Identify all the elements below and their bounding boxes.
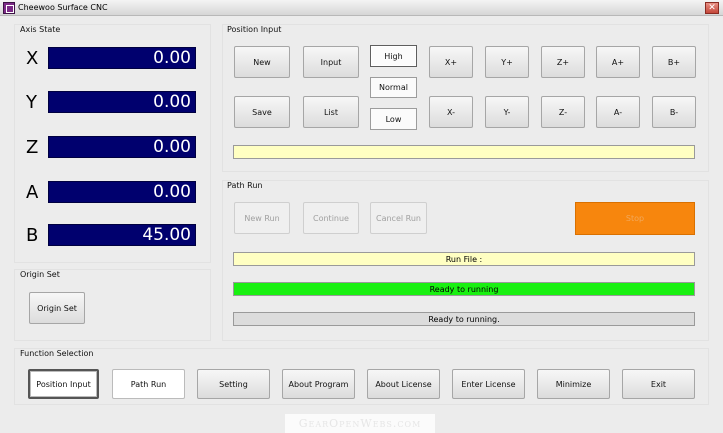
axis-a-display: 0.00 — [48, 181, 196, 203]
run-status-bar: Ready to running — [233, 282, 695, 296]
new-position-button[interactable]: New — [234, 46, 290, 78]
jog-x-minus-button[interactable]: X- — [429, 96, 473, 128]
position-input-title: Position Input — [227, 25, 282, 34]
path-run-title: Path Run — [227, 181, 263, 190]
jog-a-minus-button[interactable]: A- — [596, 96, 640, 128]
window-title: Cheewoo Surface CNC — [18, 3, 108, 12]
axis-b-display: 45.00 — [48, 224, 196, 246]
list-positions-button[interactable]: List — [303, 96, 359, 128]
function-selection-title: Function Selection — [20, 349, 94, 358]
minimize-button[interactable]: Minimize — [537, 369, 610, 399]
app-icon — [3, 2, 15, 14]
run-file-field: Run File : — [233, 252, 695, 266]
jog-x-plus-button[interactable]: X+ — [429, 46, 473, 78]
axis-letter-a: A — [26, 182, 39, 203]
run-message-bar: Ready to running. — [233, 312, 695, 326]
axis-letter-z: Z — [26, 137, 39, 158]
path-run-tab-button[interactable]: Path Run — [112, 369, 185, 399]
jog-z-plus-button[interactable]: Z+ — [541, 46, 585, 78]
save-position-button[interactable]: Save — [234, 96, 290, 128]
speed-low-button[interactable]: Low — [370, 108, 417, 130]
jog-y-plus-button[interactable]: Y+ — [485, 46, 529, 78]
setting-button[interactable]: Setting — [197, 369, 270, 399]
axis-letter-y: Y — [26, 92, 37, 113]
origin-set-button[interactable]: Origin Set — [29, 292, 85, 324]
new-run-button[interactable]: New Run — [234, 202, 290, 234]
continue-button[interactable]: Continue — [303, 202, 359, 234]
position-status-field — [233, 145, 695, 159]
axis-x-display: 0.00 — [48, 47, 196, 69]
input-position-button[interactable]: Input — [303, 46, 359, 78]
origin-set-title: Origin Set — [20, 270, 60, 279]
exit-button[interactable]: Exit — [622, 369, 695, 399]
about-program-button[interactable]: About Program — [282, 369, 355, 399]
stop-button[interactable]: Stop — [575, 202, 695, 235]
speed-high-button[interactable]: High — [370, 45, 417, 67]
axis-y-display: 0.00 — [48, 91, 196, 113]
watermark: GearOpenWebs.com — [285, 414, 435, 433]
axis-letter-x: X — [26, 48, 39, 69]
about-license-button[interactable]: About License — [367, 369, 440, 399]
title-bar: Cheewoo Surface CNC ✕ — [0, 0, 723, 16]
jog-a-plus-button[interactable]: A+ — [596, 46, 640, 78]
axis-letter-b: B — [26, 225, 39, 246]
position-input-tab-button[interactable]: Position Input — [28, 369, 99, 399]
axis-z-display: 0.00 — [48, 136, 196, 158]
jog-z-minus-button[interactable]: Z- — [541, 96, 585, 128]
jog-y-minus-button[interactable]: Y- — [485, 96, 529, 128]
speed-normal-button[interactable]: Normal — [370, 77, 417, 98]
jog-b-plus-button[interactable]: B+ — [652, 46, 696, 78]
enter-license-button[interactable]: Enter License — [452, 369, 525, 399]
jog-b-minus-button[interactable]: B- — [652, 96, 696, 128]
close-button[interactable]: ✕ — [705, 2, 719, 14]
cancel-run-button[interactable]: Cancel Run — [370, 202, 427, 234]
axis-state-title: Axis State — [20, 25, 61, 34]
